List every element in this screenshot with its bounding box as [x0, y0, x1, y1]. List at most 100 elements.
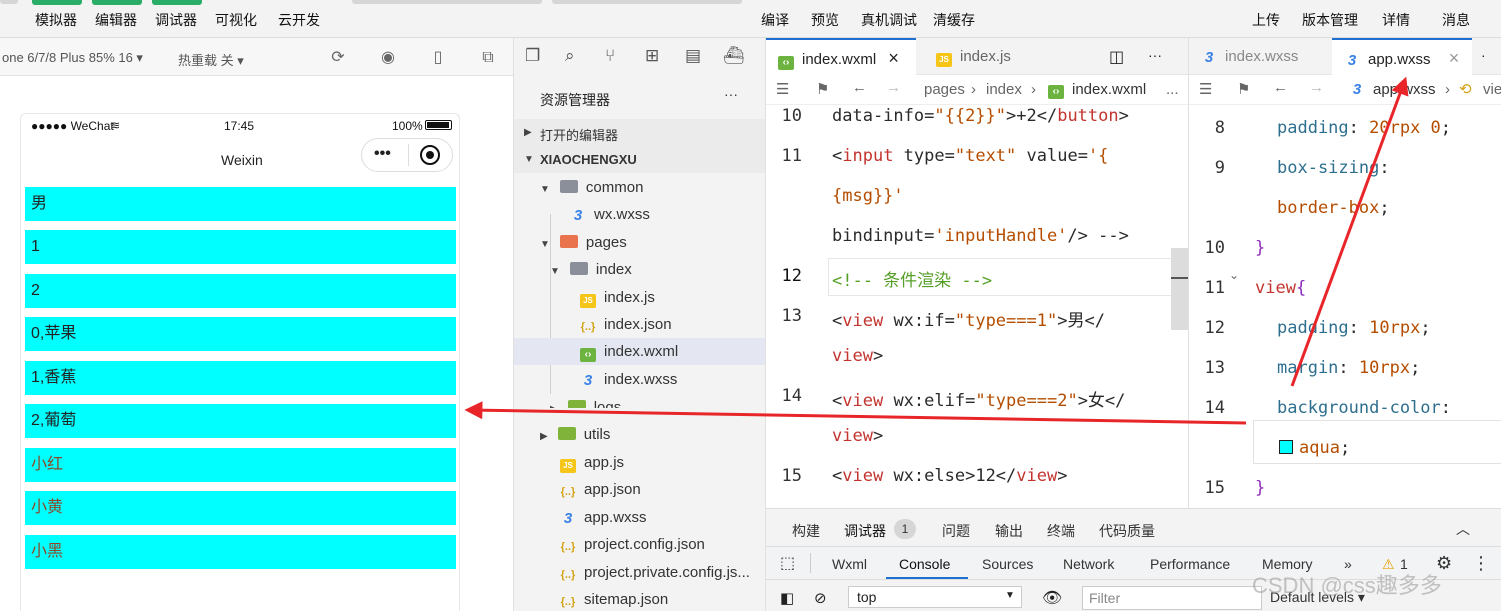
back-icon[interactable]: ←: [852, 79, 867, 96]
close-icon[interactable]: ×: [1449, 48, 1460, 68]
crumb-pages[interactable]: pages: [924, 81, 965, 98]
code-line-14[interactable]: background-color:: [1277, 398, 1451, 418]
tab-code-quality[interactable]: 代码质量: [1099, 521, 1155, 541]
sidebar-toggle-icon[interactable]: ◧: [780, 589, 794, 607]
crumb-more[interactable]: ...: [1166, 81, 1179, 98]
toolbar-preview[interactable]: 预览: [811, 10, 839, 30]
list-icon[interactable]: ☰: [776, 80, 789, 98]
toolbar-simulator[interactable]: 模拟器: [35, 10, 77, 30]
tab-wxml[interactable]: Wxml: [832, 556, 867, 572]
split-editor-icon[interactable]: ◫: [1109, 47, 1124, 67]
more-dots-icon[interactable]: •••: [374, 145, 391, 163]
tab-performance[interactable]: Performance: [1150, 556, 1230, 572]
color-swatch[interactable]: [1279, 440, 1293, 454]
tab-sources[interactable]: Sources: [982, 556, 1033, 572]
code-line-13-wrap[interactable]: view>: [832, 346, 883, 366]
tab-index-wxss[interactable]: 3 index.wxss: [1189, 38, 1324, 75]
inspect-icon[interactable]: ⬚: [780, 553, 795, 573]
tab-problems[interactable]: 问题: [942, 521, 970, 541]
scrollbar-thumb[interactable]: [1171, 248, 1189, 330]
toolbar-messages[interactable]: 消息: [1442, 10, 1470, 30]
tab-build[interactable]: 构建: [792, 521, 820, 541]
crumb-file[interactable]: index.wxml: [1072, 81, 1146, 98]
refresh-icon[interactable]: ⟳: [329, 49, 347, 67]
code-line-11[interactable]: view{: [1255, 278, 1306, 298]
context-select[interactable]: top ▼: [848, 586, 1022, 608]
tree-item-app-json[interactable]: {..} app.json: [560, 476, 641, 503]
tree-item-pages[interactable]: ▼ pages: [540, 229, 627, 256]
bookmark-icon[interactable]: ⚑: [816, 80, 829, 98]
code-line-14[interactable]: <view wx:elif="type===2">女</: [832, 386, 1125, 411]
code-line-10[interactable]: data-info="{{2}}">+2</button>: [832, 106, 1129, 126]
code-line-13[interactable]: margin: 10rpx;: [1277, 358, 1420, 378]
tree-item-sitemap[interactable]: {..} sitemap.json: [560, 586, 669, 611]
code-line-9-wrap[interactable]: border-box;: [1277, 198, 1390, 218]
code-line-14-wrap[interactable]: aqua;: [1279, 438, 1350, 458]
toolbar-editor[interactable]: 编辑器: [95, 10, 137, 30]
code-line-12[interactable]: padding: 10rpx;: [1277, 318, 1431, 338]
fold-chevron-icon[interactable]: ⌄: [1229, 268, 1239, 282]
code-line-15[interactable]: }: [1255, 478, 1265, 498]
kebab-menu-icon[interactable]: ⋮: [1472, 553, 1490, 574]
toolbar-clear-cache[interactable]: 清缓存: [933, 10, 975, 30]
tab-output[interactable]: 输出: [995, 521, 1023, 541]
code-line-11-wrap2[interactable]: bindinput='inputHandle'/> -->: [832, 226, 1129, 246]
toolbar-details[interactable]: 详情: [1382, 10, 1410, 30]
tab-debugger[interactable]: 调试器: [844, 521, 886, 541]
toolbar-remote-debug[interactable]: 真机调试: [861, 10, 917, 30]
tree-item-logs[interactable]: ▶logs: [550, 394, 621, 408]
tab-app-wxss[interactable]: 3 app.wxss ×: [1332, 38, 1472, 75]
forward-icon[interactable]: →: [1309, 79, 1324, 96]
mode-select[interactable]: [352, 0, 542, 4]
clear-console-icon[interactable]: ⊘: [814, 589, 827, 607]
code-line-13[interactable]: <view wx:if="type===1">男</: [832, 306, 1105, 331]
close-icon[interactable]: ×: [888, 48, 899, 68]
more-icon[interactable]: ···: [1148, 47, 1162, 63]
toolbar-version[interactable]: 版本管理: [1302, 10, 1358, 30]
eye-icon[interactable]: 👁: [1042, 588, 1062, 608]
tree-item-index-js[interactable]: JS index.js: [580, 284, 655, 311]
code-line-8[interactable]: padding: 20rpx 0;: [1277, 118, 1451, 138]
bookmark-icon[interactable]: ⚑: [1237, 80, 1250, 98]
toolbar-compile[interactable]: 编译: [761, 10, 789, 30]
code-line-14-wrap[interactable]: view>: [832, 426, 883, 446]
extensions-icon[interactable]: ⊞: [645, 46, 659, 66]
project-section[interactable]: ▼ XIAOCHENGXU: [514, 146, 766, 173]
tab-terminal[interactable]: 终端: [1047, 521, 1075, 541]
toolbar-cloud[interactable]: 云开发: [278, 10, 320, 30]
hot-reload-select[interactable]: 热重载 关 ▾: [178, 50, 244, 69]
tree-item-index[interactable]: ▼ index: [550, 256, 632, 283]
layout-icon[interactable]: ▤: [685, 46, 701, 66]
toolbar-visual[interactable]: 可视化: [215, 10, 257, 30]
tree-item-app-js[interactable]: JS app.js: [560, 449, 624, 476]
more-icon[interactable]: ·: [1481, 47, 1486, 63]
tree-item-utils[interactable]: ▶ utils: [540, 421, 610, 448]
code-line-12[interactable]: <!-- 条件渲染 -->: [832, 266, 992, 291]
toolbar-debugger[interactable]: 调试器: [155, 10, 197, 30]
tree-item-app-wxss[interactable]: 3 app.wxss: [560, 504, 647, 531]
tree-item-index-wxss[interactable]: 3 index.wxss: [580, 366, 678, 393]
code-line-15[interactable]: <view wx:else>12</view>: [832, 466, 1067, 486]
tree-item-wx-wxss[interactable]: 3 wx.wxss: [570, 201, 650, 228]
collapse-icon[interactable]: ︿: [1456, 519, 1470, 539]
stop-icon[interactable]: ◉: [379, 49, 397, 67]
crumb-file[interactable]: app.wxss: [1373, 81, 1436, 98]
files-icon[interactable]: ❐: [525, 46, 540, 66]
tree-item-common[interactable]: ▼ common: [540, 174, 643, 201]
tab-index-js[interactable]: JS index.js: [924, 38, 1054, 75]
tree-item-index-wxml[interactable]: ‹› index.wxml: [580, 338, 678, 365]
explorer-more-icon[interactable]: ···: [724, 86, 738, 102]
tab-console[interactable]: Console: [899, 556, 950, 572]
device-select[interactable]: one 6/7/8 Plus 85% 16 ▾: [2, 50, 143, 66]
code-line-11-wrap[interactable]: {msg}}': [832, 186, 904, 206]
list-icon[interactable]: ☰: [1199, 80, 1212, 98]
code-line-9[interactable]: box-sizing:: [1277, 158, 1390, 178]
crumb-selector[interactable]: vie: [1483, 81, 1501, 98]
tab-network[interactable]: Network: [1063, 556, 1114, 572]
tree-item-project-config[interactable]: {..} project.config.json: [560, 531, 705, 558]
toolbar-upload[interactable]: 上传: [1252, 10, 1280, 30]
back-icon[interactable]: ←: [1273, 79, 1288, 96]
tree-item-index-json[interactable]: {..} index.json: [580, 311, 672, 338]
source-control-icon[interactable]: ⑂: [605, 46, 615, 66]
filter-input[interactable]: Filter: [1082, 586, 1262, 610]
